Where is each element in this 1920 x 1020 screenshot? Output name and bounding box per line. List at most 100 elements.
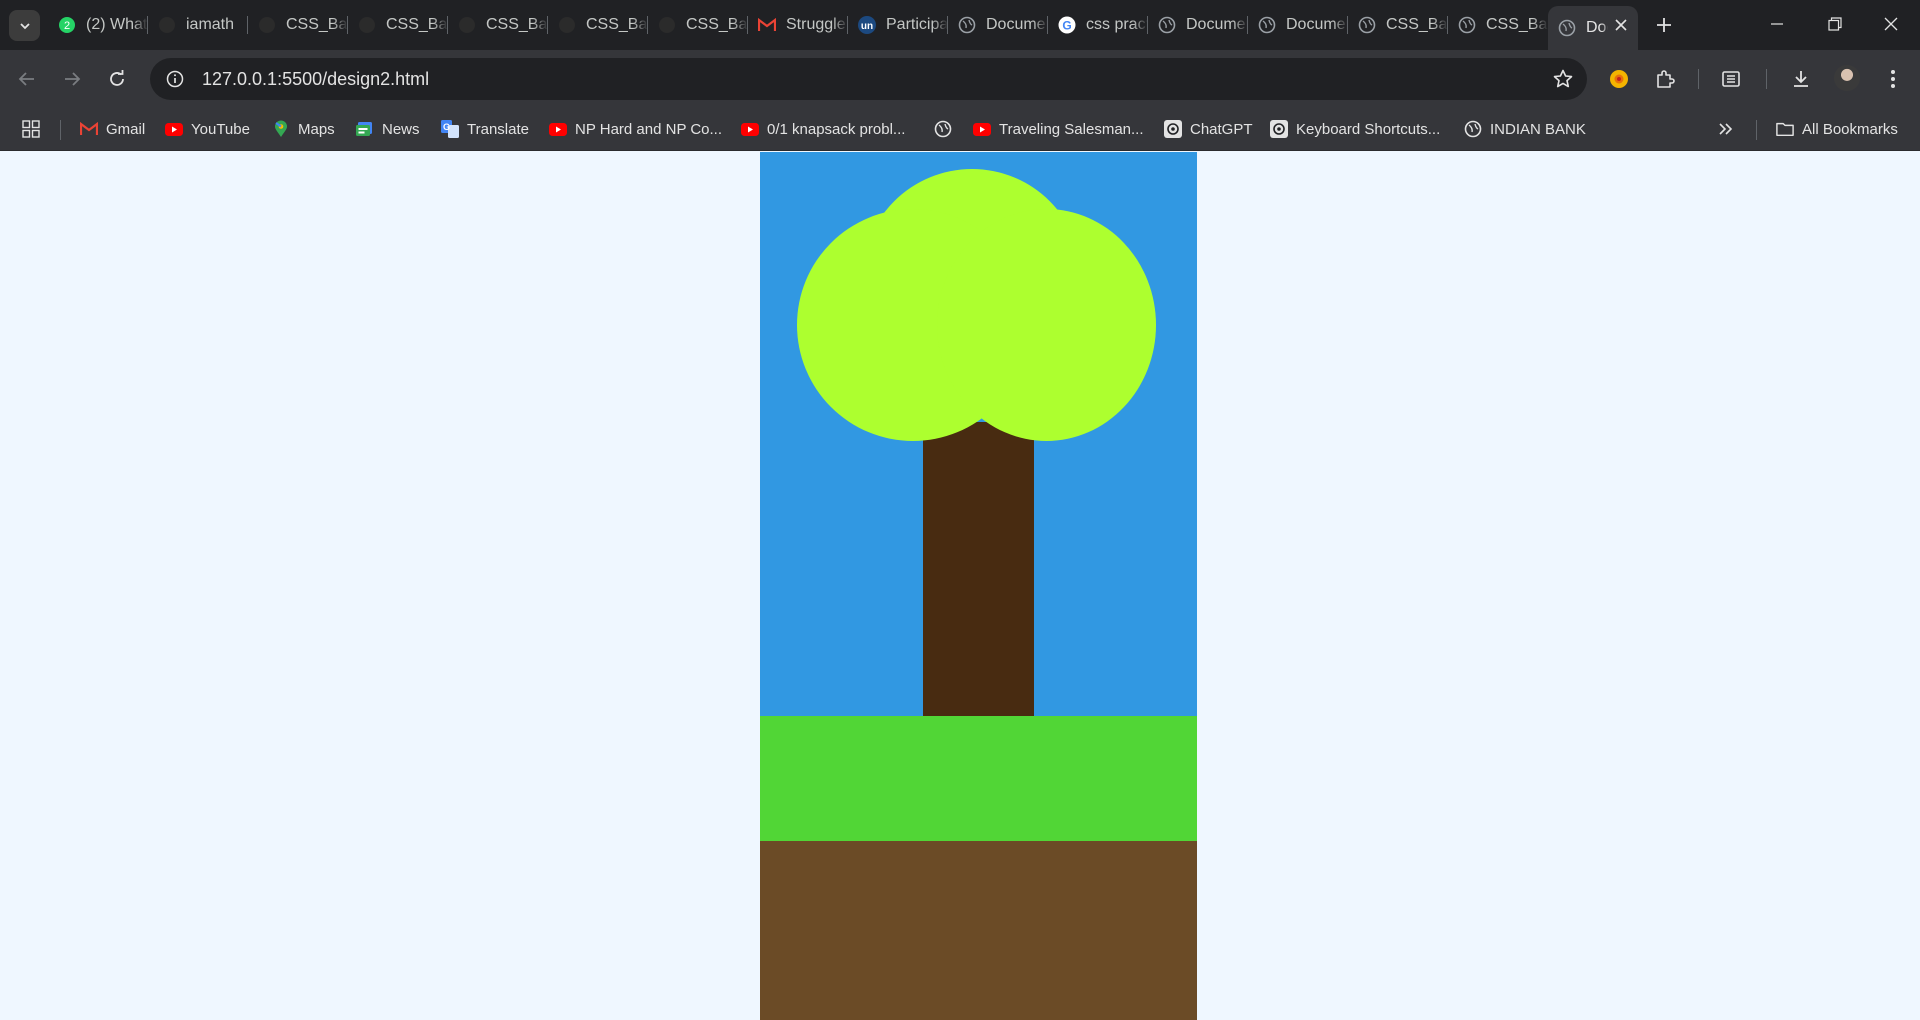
- tab-title: CSS_Battle: [586, 16, 648, 33]
- tab-title: CSS_Battle: [1486, 16, 1548, 33]
- new-tab-button[interactable]: [1650, 11, 1678, 39]
- bookmark-item[interactable]: Gmail: [80, 117, 145, 141]
- tab[interactable]: 2 (2) WhatsApp: [48, 6, 148, 44]
- side-panel-icon: [1722, 71, 1740, 87]
- github-icon: [258, 16, 276, 34]
- bookmark-item[interactable]: News: [356, 117, 420, 141]
- tree-scene: [760, 152, 1197, 1020]
- tab[interactable]: CSS_Battle: [1348, 6, 1448, 44]
- folder-icon: [1776, 120, 1794, 138]
- info-icon: [166, 70, 184, 88]
- page-viewport: [0, 152, 1920, 1020]
- bookmark-item[interactable]: NP Hard and NP Co...: [549, 117, 722, 141]
- bookmark-star-icon[interactable]: [1553, 69, 1573, 89]
- downloads-button[interactable]: [1785, 63, 1817, 95]
- tab-title: CSS_Battle: [486, 16, 548, 33]
- bookmark-label: Translate: [467, 120, 529, 138]
- bookmark-item[interactable]: [934, 117, 960, 141]
- bookmark-item[interactable]: ChatGPT: [1164, 117, 1253, 141]
- download-icon: [1794, 71, 1808, 87]
- extensions-button[interactable]: [1649, 63, 1681, 95]
- tree-trunk: [923, 422, 1034, 716]
- tab[interactable]: Document: [1148, 6, 1248, 44]
- tab[interactable]: CSS_Battle: [548, 6, 648, 44]
- bookmark-item[interactable]: Maps: [272, 117, 335, 141]
- unstop-icon: un: [858, 16, 876, 34]
- tab-title: Document: [1586, 19, 1608, 36]
- tab[interactable]: G css practice: [1048, 6, 1148, 44]
- bookmark-item[interactable]: Traveling Salesman...: [973, 117, 1144, 141]
- tab-title: css practice: [1086, 16, 1148, 33]
- bookmark-item[interactable]: 0/1 knapsack probl...: [741, 117, 905, 141]
- github-icon: [658, 16, 676, 34]
- globe-icon: [1464, 120, 1482, 138]
- apps-button[interactable]: [22, 117, 48, 141]
- restore-button[interactable]: [1806, 0, 1864, 48]
- profile-avatar[interactable]: [1834, 65, 1860, 91]
- tab[interactable]: Document: [948, 6, 1048, 44]
- bookmark-item[interactable]: INDIAN BANK: [1464, 117, 1586, 141]
- bookmark-item[interactable]: Keyboard Shortcuts...: [1270, 117, 1440, 141]
- reading-list-button[interactable]: [1715, 63, 1747, 95]
- bookmark-item[interactable]: G Translate: [441, 117, 529, 141]
- more-bookmarks-button[interactable]: [1718, 117, 1734, 141]
- tab[interactable]: CSS_Battle: [648, 6, 748, 44]
- tab-title: CSS_Battle: [1386, 16, 1448, 33]
- site-info-button[interactable]: [154, 58, 196, 100]
- github-icon: [358, 16, 376, 34]
- bookmark-label: 0/1 knapsack probl...: [767, 120, 906, 138]
- all-bookmarks-button[interactable]: All Bookmarks: [1776, 117, 1898, 141]
- tab[interactable]: Document: [1248, 6, 1348, 44]
- tab-title: CSS_Battle: [286, 16, 348, 33]
- translate-icon: G: [441, 120, 459, 138]
- extension-button[interactable]: [1603, 63, 1635, 95]
- globe-icon: [958, 16, 976, 34]
- bookmarks-divider: [1756, 120, 1757, 140]
- svg-text:2: 2: [64, 20, 70, 32]
- svg-text:G: G: [1062, 19, 1071, 33]
- tab[interactable]: CSS_Battle: [348, 6, 448, 44]
- github-icon: [558, 16, 576, 34]
- news-icon: [356, 120, 374, 138]
- back-button[interactable]: [11, 63, 43, 95]
- bookmark-label: Keyboard Shortcuts...: [1296, 120, 1441, 138]
- globe-icon: [1158, 16, 1176, 34]
- bookmark-label: Gmail: [106, 120, 146, 138]
- tab[interactable]: Struggle: [748, 6, 848, 44]
- tab-search-button[interactable]: [9, 10, 40, 41]
- bookmark-label: ChatGPT: [1190, 120, 1253, 138]
- plus-icon: [1657, 18, 1671, 32]
- globe-icon: [934, 120, 952, 138]
- bookmark-item[interactable]: YouTube: [165, 117, 250, 141]
- bookmark-label: INDIAN BANK: [1490, 120, 1586, 138]
- menu-button[interactable]: [1877, 63, 1909, 95]
- minimize-button[interactable]: [1748, 0, 1806, 48]
- tab[interactable]: CSS_Battle: [248, 6, 348, 44]
- globe-icon: [1358, 16, 1376, 34]
- bookmark-label: NP Hard and NP Co...: [575, 120, 723, 138]
- tab[interactable]: CSS_Battle: [448, 6, 548, 44]
- globe-icon: [1558, 19, 1576, 37]
- tab-strip: 2 (2) WhatsApp iamath CSS_Battle CSS_Bat…: [0, 0, 1920, 50]
- whatsapp-icon: 2: [58, 16, 76, 34]
- arrow-left-icon: [18, 72, 34, 86]
- tab[interactable]: CSS_Battle: [1448, 6, 1548, 44]
- maps-icon: [272, 120, 290, 138]
- globe-icon: [1458, 16, 1476, 34]
- forward-button[interactable]: [56, 63, 88, 95]
- tab-title: CSS_Battle: [686, 16, 748, 33]
- address-bar[interactable]: 127.0.0.1:5500/design2.html: [150, 58, 1587, 100]
- close-tab-icon[interactable]: [1612, 16, 1630, 34]
- reload-button[interactable]: [101, 63, 133, 95]
- tab[interactable]: un Participate: [848, 6, 948, 44]
- gmail-icon: [80, 120, 98, 138]
- bookmark-label: Maps: [298, 120, 335, 138]
- apps-grid-icon: [22, 120, 40, 138]
- svg-text:G: G: [443, 122, 450, 132]
- browser-toolbar: 127.0.0.1:5500/design2.html: [0, 50, 1920, 108]
- close-window-button[interactable]: [1862, 0, 1920, 48]
- tab-active[interactable]: Document: [1548, 6, 1638, 50]
- url-text[interactable]: 127.0.0.1:5500/design2.html: [202, 69, 429, 90]
- chatgpt-icon: [1164, 120, 1182, 138]
- tab[interactable]: iamath: [148, 6, 248, 44]
